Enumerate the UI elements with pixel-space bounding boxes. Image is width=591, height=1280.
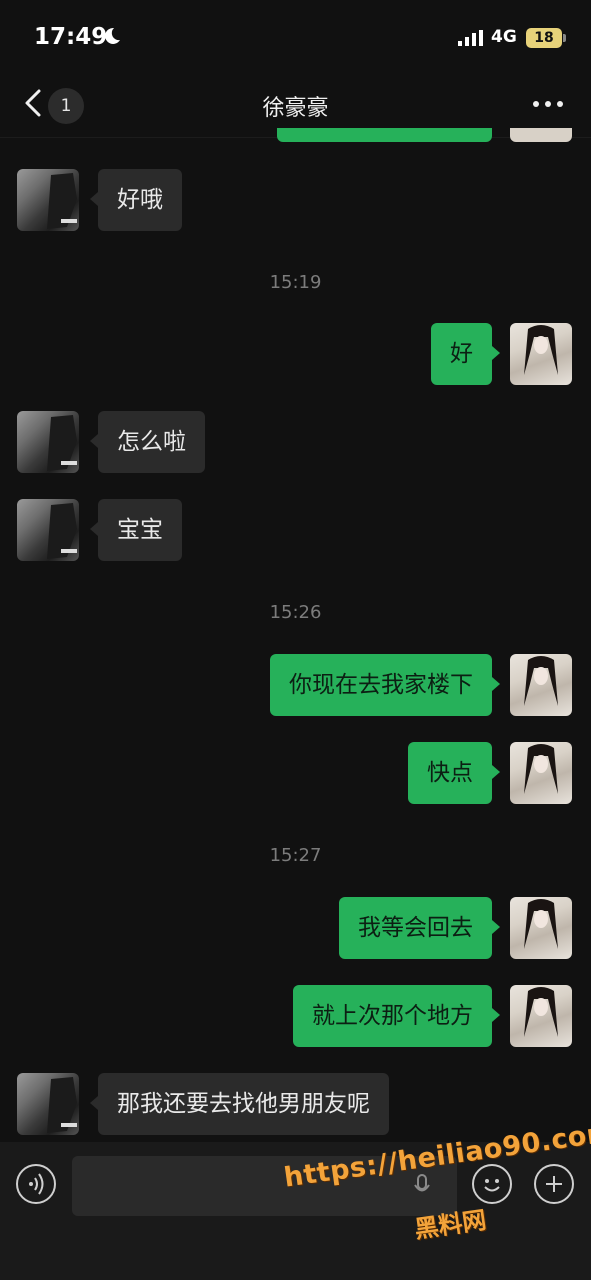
mic-icon[interactable] [413,1174,431,1198]
network-type: 4G [491,27,517,47]
message-bubble-received[interactable]: 宝宝 [90,499,182,561]
signal-icon [458,30,483,46]
moon-icon [105,27,120,44]
timestamp: 15:19 [269,272,322,293]
more-actions-button[interactable] [534,1164,574,1204]
message-bubble-sent[interactable]: 快点 [408,742,500,804]
message-bubble-received[interactable]: 好哦 [90,169,182,231]
my-avatar[interactable] [510,323,572,385]
message-bubble-received[interactable]: 怎么啦 [90,411,205,473]
timestamp: 15:27 [269,845,322,866]
emoji-button[interactable] [472,1164,512,1204]
timestamp: 15:26 [269,602,322,623]
my-avatar[interactable] [510,985,572,1047]
message-bubble-sent[interactable]: 我等会回去 [339,897,500,959]
message-bubble-received[interactable]: 那我还要去找他男朋友呢 [90,1073,389,1135]
status-time: 17:49 [34,24,108,50]
battery-icon: 18 [526,28,562,48]
status-bar: 17:49 4G 18 [0,0,591,72]
more-options-icon[interactable] [532,100,564,108]
contact-avatar[interactable] [17,1073,79,1135]
my-avatar[interactable] [510,897,572,959]
message-bubble-sent[interactable]: 你现在去我家楼下 [270,654,500,716]
previous-message-avatar-partial [510,128,572,142]
plus-icon [546,1176,562,1192]
contact-avatar[interactable] [17,499,79,561]
smiley-icon [484,1179,500,1192]
battery-tip [563,34,566,42]
contact-avatar[interactable] [17,411,79,473]
voice-input-button[interactable] [16,1164,56,1204]
previous-message-bubble-partial [277,128,492,142]
chat-title: 徐豪豪 [262,96,329,121]
message-bubble-sent[interactable]: 就上次那个地方 [293,985,500,1047]
voice-wave-icon [29,1173,44,1195]
my-avatar[interactable] [510,742,572,804]
contact-avatar[interactable] [17,169,79,231]
message-bubble-sent[interactable]: 好 [431,323,500,385]
my-avatar[interactable] [510,654,572,716]
